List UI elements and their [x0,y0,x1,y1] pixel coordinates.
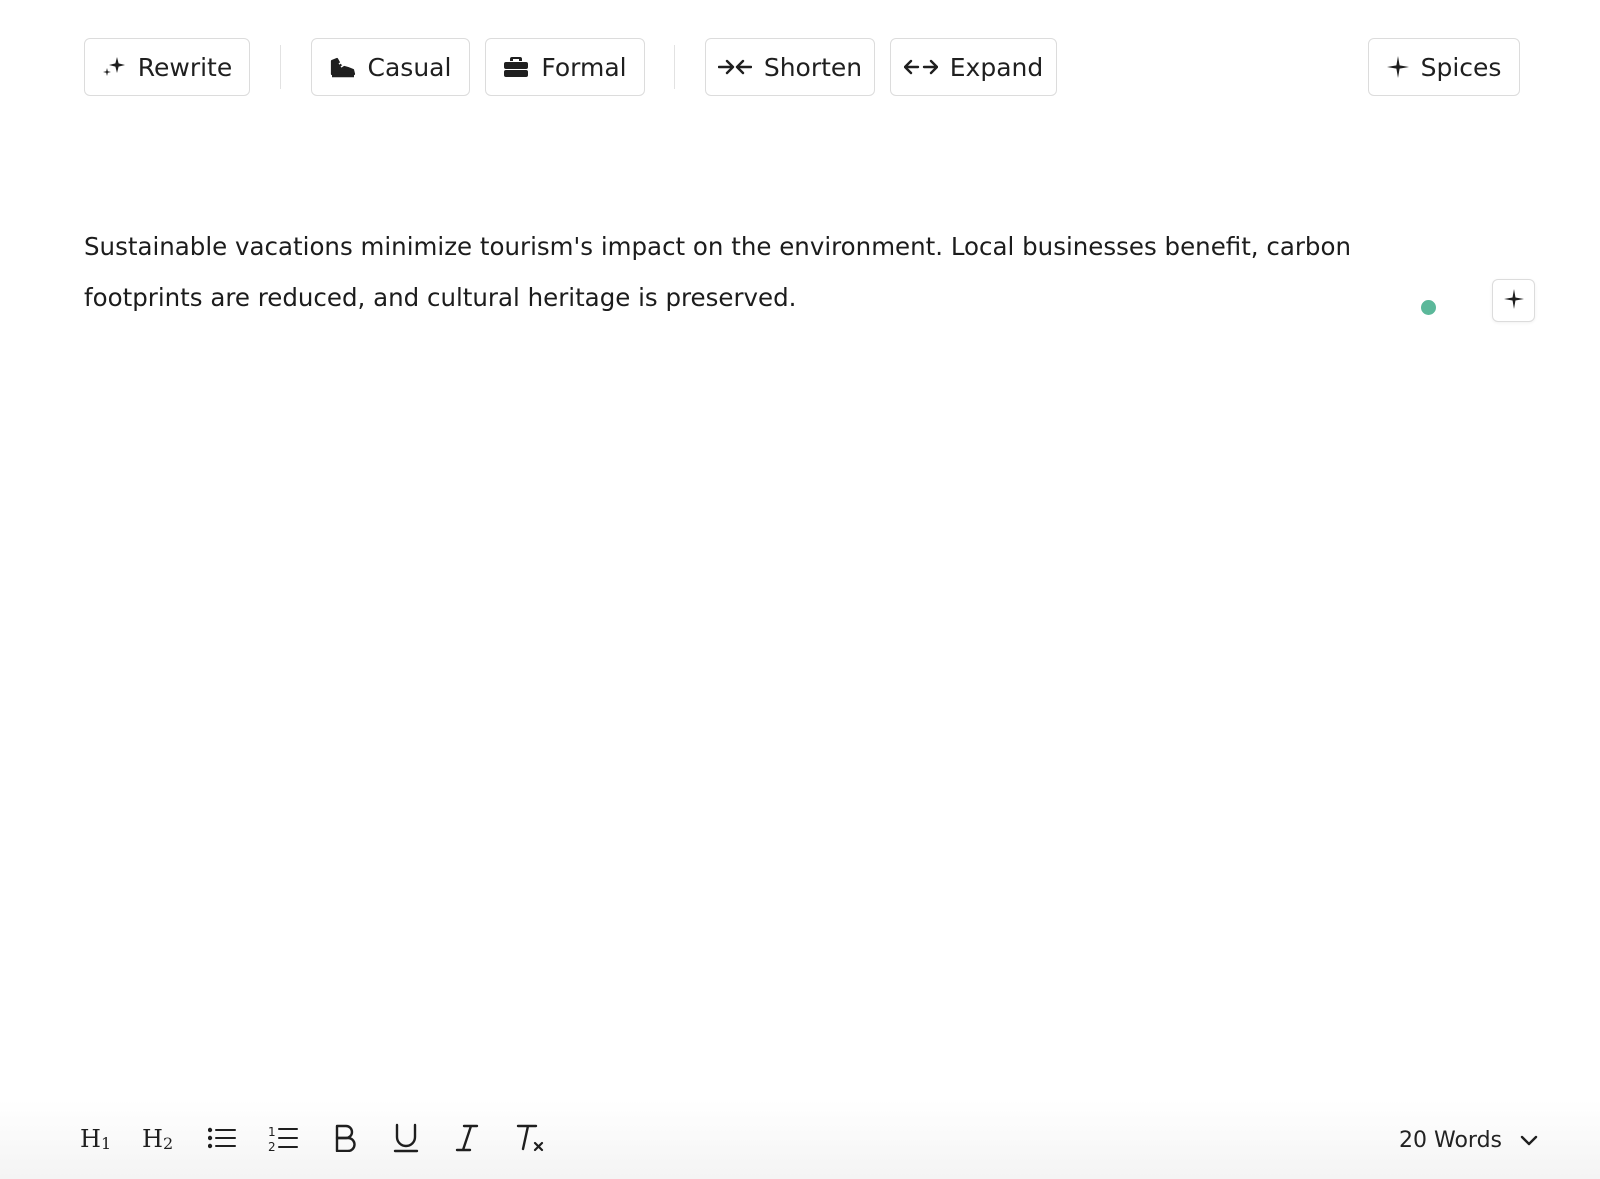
svg-text:H: H [80,1125,101,1152]
numbered-list-icon: 1 2 [268,1124,298,1156]
plus-sparkle-icon [1386,56,1409,78]
plus-sparkle-icon [1503,288,1524,313]
h2-icon: H 2 [142,1124,176,1156]
arrows-outward-icon [903,57,938,77]
h1-icon: H 1 [80,1124,114,1156]
briefcase-icon [503,56,529,78]
spices-label: Spices [1420,52,1502,82]
editor-paragraph[interactable]: Sustainable vacations minimize tourism's… [84,221,1429,323]
casual-button[interactable]: Casual [311,38,470,96]
word-count-dropdown[interactable]: 20 Words [1399,1120,1538,1160]
rewrite-label: Rewrite [137,52,233,82]
numbered-list-button[interactable]: 1 2 [261,1120,305,1160]
casual-label: Casual [367,52,452,82]
svg-text:1: 1 [101,1134,111,1152]
formal-button[interactable]: Formal [485,38,645,96]
clear-format-icon [514,1123,546,1157]
shorten-label: Shorten [763,52,863,82]
editor-page: Rewrite Casual Formal Shorten Expand Spi… [0,0,1600,1179]
clear-format-button[interactable] [508,1120,552,1160]
sparkle-icon [102,55,126,79]
toolbar-divider [280,45,281,89]
svg-text:H: H [142,1125,163,1152]
italic-icon [455,1124,479,1156]
status-indicator [1421,300,1436,315]
underline-button[interactable] [384,1120,428,1160]
bold-button[interactable] [323,1120,367,1160]
shorten-button[interactable]: Shorten [705,38,875,96]
italic-button[interactable] [445,1120,489,1160]
svg-text:2: 2 [268,1140,276,1152]
bold-icon [333,1124,357,1156]
word-count-label: 20 Words [1399,1127,1502,1153]
arrows-inward-icon [717,57,752,77]
bullet-list-button[interactable] [200,1120,244,1160]
add-block-button[interactable] [1492,279,1535,322]
bullet-list-icon [207,1126,236,1154]
heading-1-button[interactable]: H 1 [75,1120,119,1160]
expand-label: Expand [949,52,1044,82]
rewrite-button[interactable]: Rewrite [84,38,250,96]
sneaker-icon [330,56,356,78]
svg-text:2: 2 [163,1134,173,1152]
svg-text:1: 1 [268,1125,276,1139]
formal-label: Formal [541,52,627,82]
underline-icon [393,1123,419,1157]
expand-button[interactable]: Expand [890,38,1057,96]
chevron-down-icon [1520,1128,1538,1153]
toolbar-divider [674,45,675,89]
spices-button[interactable]: Spices [1368,38,1520,96]
heading-2-button[interactable]: H 2 [137,1120,181,1160]
